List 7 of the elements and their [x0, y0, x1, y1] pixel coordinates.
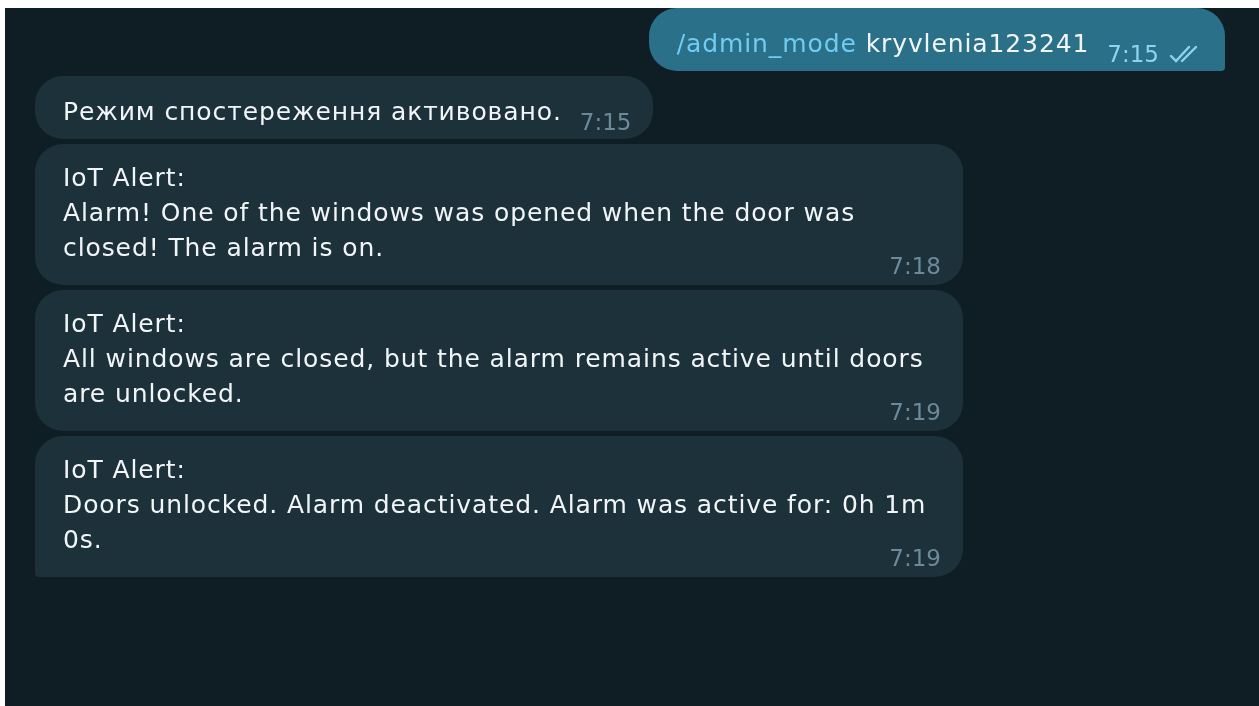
message-text: Режим спостереження активовано.	[63, 96, 562, 128]
message-time: 7:15	[579, 109, 632, 135]
message-text: IoT Alert: Alarm! One of the windows was opened when the door was closed! The alarm is on.	[63, 162, 857, 264]
message-text: /admin_mode kryvlenia123241	[676, 28, 1090, 60]
message-time: 7:15	[1107, 41, 1159, 67]
command-link[interactable]: /admin_mode	[676, 29, 857, 58]
message-time: 7:18	[889, 253, 941, 279]
